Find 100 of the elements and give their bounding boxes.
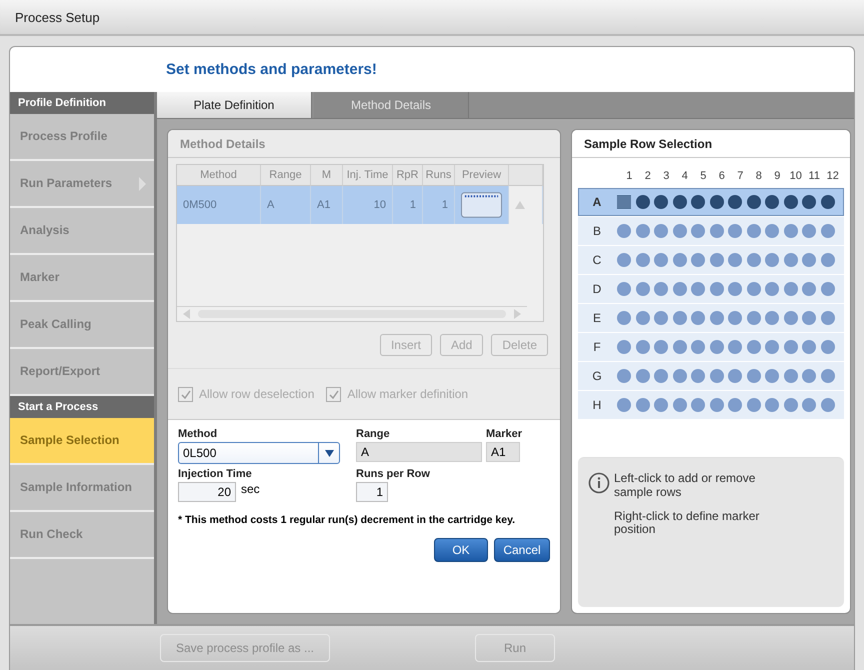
well-dot-icon[interactable]: [728, 398, 742, 412]
well-dot-icon[interactable]: [654, 311, 668, 325]
well-dot-icon[interactable]: [691, 253, 706, 267]
well-dot-icon[interactable]: [710, 369, 724, 383]
well-dot-icon[interactable]: [691, 282, 706, 296]
well-dot-icon[interactable]: [746, 282, 761, 296]
plate-row[interactable]: G: [578, 362, 844, 390]
well-dot-icon[interactable]: [654, 369, 668, 383]
well-dot-icon[interactable]: [802, 195, 816, 209]
well-dot-icon[interactable]: [710, 398, 724, 412]
plate-row[interactable]: D: [578, 275, 844, 303]
well-dot-icon[interactable]: [636, 253, 650, 267]
well-dot-icon[interactable]: [691, 224, 706, 238]
well-dot-icon[interactable]: [672, 340, 687, 354]
well-dot-icon[interactable]: [746, 398, 761, 412]
well-dot-icon[interactable]: [636, 224, 650, 238]
well-dot-icon[interactable]: [820, 282, 835, 296]
well-dot-icon[interactable]: [710, 195, 724, 209]
well-dot-icon[interactable]: [765, 340, 780, 354]
well-dot-icon[interactable]: [710, 311, 724, 325]
plate-row[interactable]: B: [578, 217, 844, 245]
well-dot-icon[interactable]: [636, 195, 650, 209]
ok-button[interactable]: OK: [434, 538, 488, 562]
well-dot-icon[interactable]: [802, 224, 816, 238]
plate-row[interactable]: E: [578, 304, 844, 332]
well-dot-icon[interactable]: [654, 340, 668, 354]
tab[interactable]: Plate Definition: [157, 92, 312, 118]
well-dot-icon[interactable]: [746, 311, 761, 325]
well-dot-icon[interactable]: [636, 311, 650, 325]
well-dot-icon[interactable]: [672, 253, 687, 267]
well-dot-icon[interactable]: [765, 282, 780, 296]
well-dot-icon[interactable]: [636, 369, 650, 383]
well-dot-icon[interactable]: [728, 311, 742, 325]
well-dot-icon[interactable]: [617, 282, 632, 296]
well-dot-icon[interactable]: [654, 195, 668, 209]
well-dot-icon[interactable]: [710, 253, 724, 267]
injection-time-input[interactable]: 20: [178, 482, 236, 502]
method-dropdown[interactable]: 0L500: [178, 442, 340, 464]
well-dot-icon[interactable]: [617, 340, 632, 354]
well-dot-icon[interactable]: [820, 195, 835, 209]
runs-per-row-input[interactable]: 1: [356, 482, 388, 502]
well-dot-icon[interactable]: [710, 340, 724, 354]
well-dot-icon[interactable]: [746, 253, 761, 267]
well-dot-icon[interactable]: [728, 224, 742, 238]
well-dot-icon[interactable]: [728, 195, 742, 209]
well-dot-icon[interactable]: [654, 253, 668, 267]
well-dot-icon[interactable]: [728, 369, 742, 383]
well-dot-icon[interactable]: [617, 253, 632, 267]
well-dot-icon[interactable]: [636, 398, 650, 412]
well-dot-icon[interactable]: [784, 282, 798, 296]
well-dot-icon[interactable]: [654, 398, 668, 412]
well-dot-icon[interactable]: [691, 369, 706, 383]
well-dot-icon[interactable]: [820, 311, 835, 325]
well-dot-icon[interactable]: [654, 282, 668, 296]
well-dot-icon[interactable]: [784, 195, 798, 209]
well-dot-icon[interactable]: [746, 224, 761, 238]
well-dot-icon[interactable]: [820, 224, 835, 238]
well-dot-icon[interactable]: [728, 340, 742, 354]
well-dot-icon[interactable]: [691, 195, 706, 209]
well-dot-icon[interactable]: [802, 340, 816, 354]
plate-row[interactable]: C: [578, 246, 844, 274]
well-dot-icon[interactable]: [802, 253, 816, 267]
well-dot-icon[interactable]: [802, 398, 816, 412]
well-dot-icon[interactable]: [765, 398, 780, 412]
well-dot-icon[interactable]: [654, 224, 668, 238]
well-dot-icon[interactable]: [784, 311, 798, 325]
well-dot-icon[interactable]: [691, 398, 706, 412]
well-dot-icon[interactable]: [784, 253, 798, 267]
sidebar-item[interactable]: Sample Selection: [10, 418, 154, 465]
well-dot-icon[interactable]: [672, 282, 687, 296]
well-dot-icon[interactable]: [617, 311, 632, 325]
well-dot-icon[interactable]: [691, 311, 706, 325]
well-dot-icon[interactable]: [765, 311, 780, 325]
well-dot-icon[interactable]: [710, 224, 724, 238]
well-dot-icon[interactable]: [710, 282, 724, 296]
well-dot-icon[interactable]: [746, 195, 761, 209]
well-dot-icon[interactable]: [765, 195, 780, 209]
well-dot-icon[interactable]: [728, 282, 742, 296]
well-dot-icon[interactable]: [636, 340, 650, 354]
well-dot-icon[interactable]: [765, 224, 780, 238]
well-dot-icon[interactable]: [765, 369, 780, 383]
well-dot-icon[interactable]: [691, 340, 706, 354]
well-dot-icon[interactable]: [672, 195, 687, 209]
well-dot-icon[interactable]: [820, 340, 835, 354]
well-dot-icon[interactable]: [784, 224, 798, 238]
well-dot-icon[interactable]: [784, 398, 798, 412]
well-dot-icon[interactable]: [820, 369, 835, 383]
well-dot-icon[interactable]: [672, 398, 687, 412]
well-dot-icon[interactable]: [672, 224, 687, 238]
well-dot-icon[interactable]: [728, 253, 742, 267]
well-dot-icon[interactable]: [784, 340, 798, 354]
well-dot-icon[interactable]: [784, 369, 798, 383]
well-dot-icon[interactable]: [820, 253, 835, 267]
well-dot-icon[interactable]: [802, 282, 816, 296]
plate-row[interactable]: F: [578, 333, 844, 361]
well-dot-icon[interactable]: [636, 282, 650, 296]
well-dot-icon[interactable]: [617, 398, 632, 412]
plate-row[interactable]: H: [578, 391, 844, 419]
plate-row[interactable]: A: [578, 188, 844, 216]
well-dot-icon[interactable]: [802, 311, 816, 325]
